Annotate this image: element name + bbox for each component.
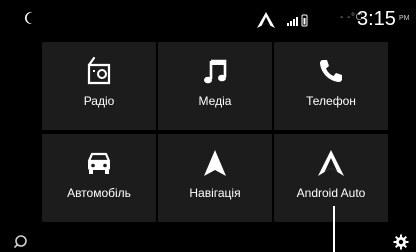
tile-radio[interactable]: Радіо bbox=[42, 42, 156, 130]
status-bar: - -°C 3:15 PM bbox=[0, 0, 416, 38]
clock-ampm: PM bbox=[399, 15, 410, 22]
tile-media-label: Медіа bbox=[198, 94, 232, 108]
android-auto-icon bbox=[318, 150, 344, 176]
tile-android-auto[interactable]: Android Auto bbox=[274, 134, 388, 222]
navigation-arrow-icon bbox=[257, 12, 275, 28]
tile-navigation-label: Навігація bbox=[189, 186, 241, 200]
tile-phone[interactable]: Телефон bbox=[274, 42, 388, 130]
pointer-indicator bbox=[333, 206, 335, 252]
tile-media[interactable]: Медіа bbox=[158, 42, 272, 130]
navigation-arrow-icon bbox=[204, 150, 226, 176]
tile-car[interactable]: Автомобіль bbox=[42, 134, 156, 222]
music-note-icon bbox=[204, 59, 227, 84]
home-app-grid: Радіо Медіа Телефон Автомобіль Навігація… bbox=[42, 42, 388, 222]
phone-icon bbox=[320, 60, 342, 82]
tile-android-auto-label: Android Auto bbox=[296, 186, 366, 200]
head-unit-screen: - -°C 3:15 PM Радіо Медіа Телефон Автомо… bbox=[0, 0, 416, 252]
radio-icon bbox=[87, 56, 111, 85]
signal-bars-icon bbox=[287, 14, 308, 27]
tile-navigation[interactable]: Навігація bbox=[158, 134, 272, 222]
tile-car-label: Автомобіль bbox=[67, 186, 131, 200]
car-icon bbox=[87, 152, 111, 174]
voice-search-icon[interactable] bbox=[14, 234, 28, 248]
clock-time: 3:15 bbox=[357, 8, 396, 30]
settings-gear-icon[interactable] bbox=[393, 234, 409, 250]
moon-icon[interactable] bbox=[22, 10, 38, 26]
tile-phone-label: Телефон bbox=[306, 94, 356, 108]
tile-radio-label: Радіо bbox=[83, 94, 115, 108]
